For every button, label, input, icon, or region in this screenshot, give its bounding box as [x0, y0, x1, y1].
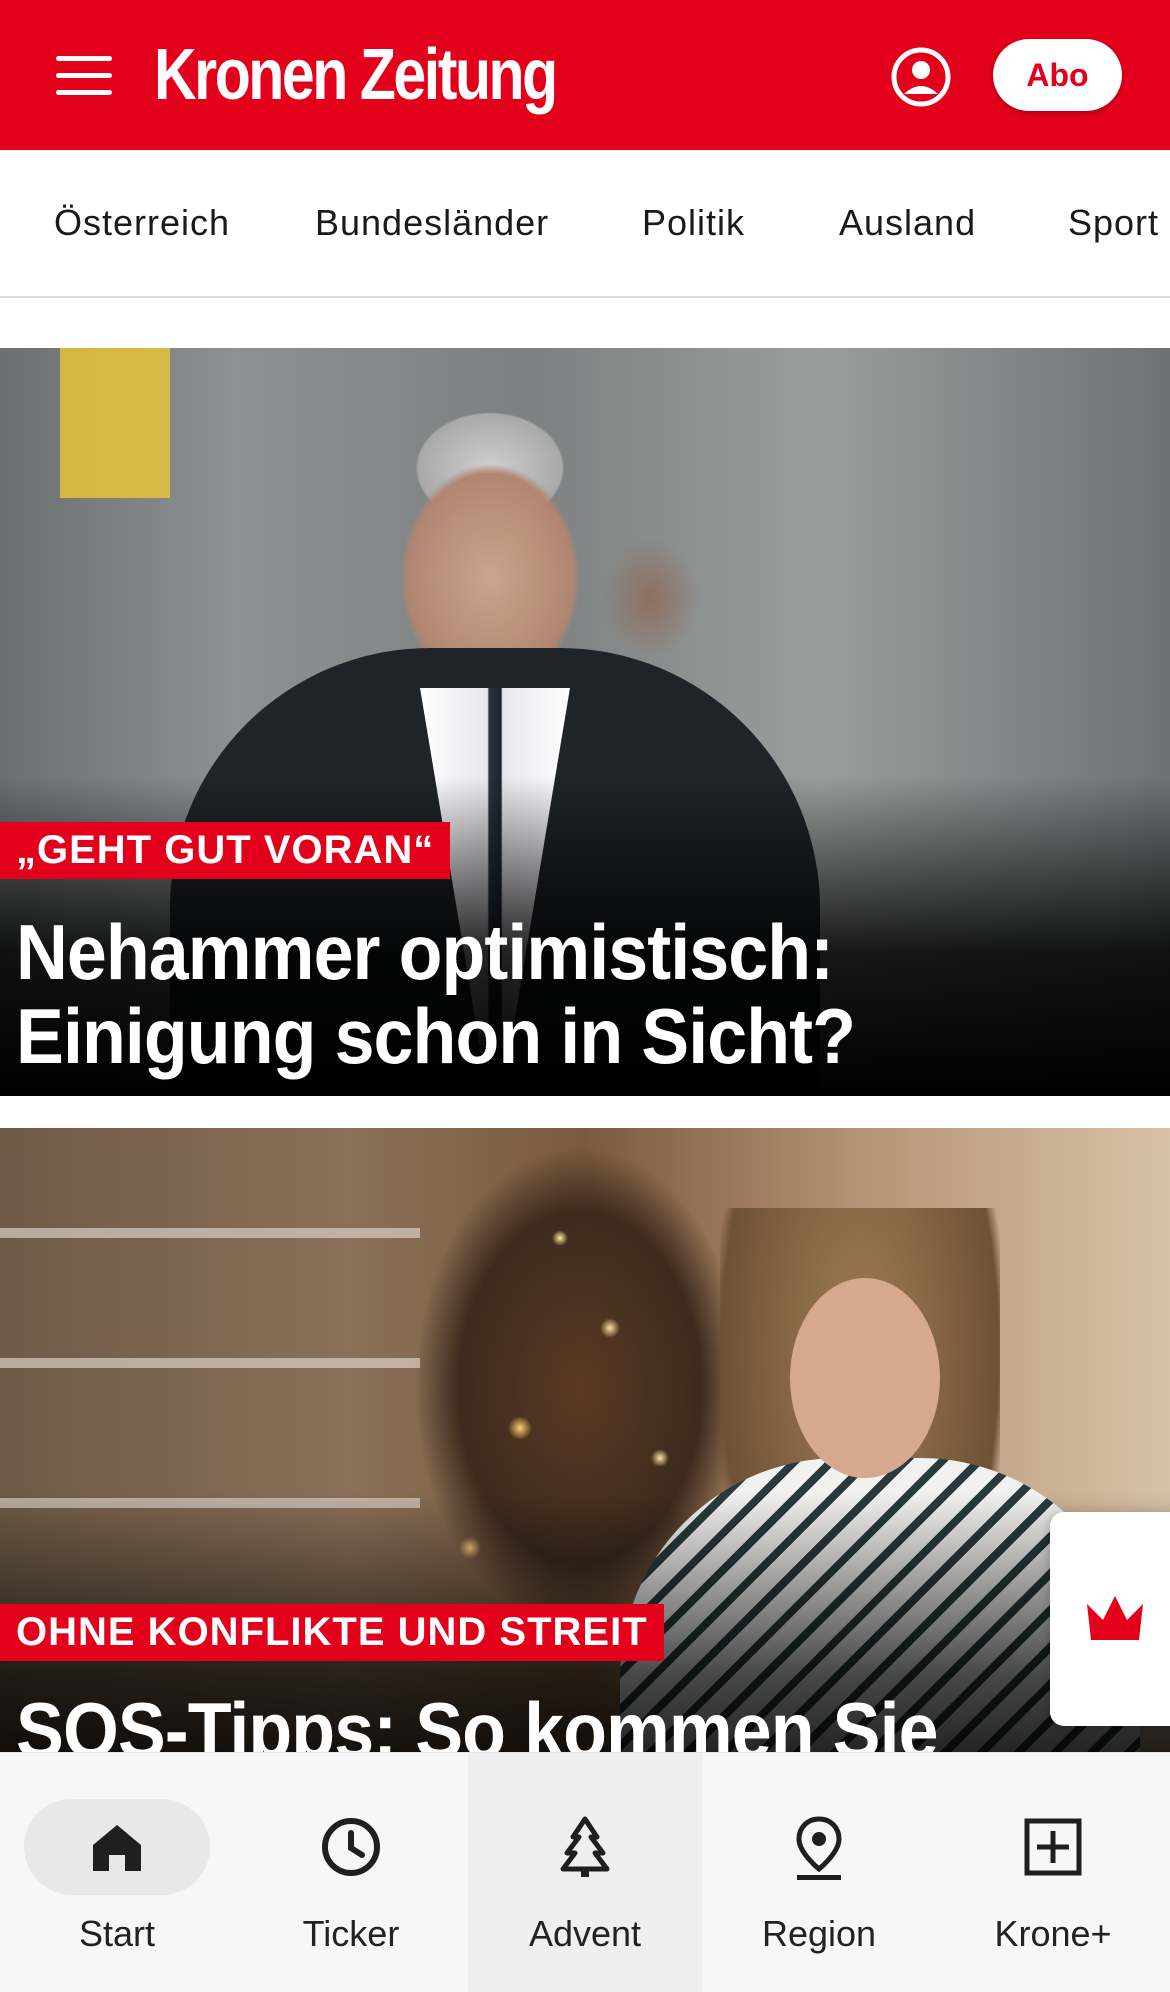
- headline-line: Nehammer optimistisch:: [16, 908, 834, 996]
- tree-icon: [560, 1816, 610, 1877]
- category-sport[interactable]: Sport: [1068, 202, 1159, 244]
- headline-line: Einigung schon in Sicht?: [16, 992, 856, 1080]
- category-oesterreich[interactable]: Österreich: [54, 202, 230, 244]
- category-ausland[interactable]: Ausland: [839, 202, 976, 244]
- nav-ticker[interactable]: Ticker: [234, 1753, 468, 1992]
- krone-plus-floating-button[interactable]: [1050, 1512, 1170, 1726]
- abo-button[interactable]: Abo: [993, 39, 1122, 111]
- logo[interactable]: Kronen Zeitung: [154, 34, 558, 116]
- category-nav: Österreich Bundesländer Politik Ausland …: [0, 150, 1170, 298]
- crown-icon: [1087, 1596, 1143, 1640]
- article-kicker: „GEHT GUT VORAN“: [0, 822, 451, 879]
- home-icon: [93, 1825, 141, 1871]
- nav-start[interactable]: Start: [0, 1753, 234, 1992]
- article-headline[interactable]: SOS-Tipps: So kommen Sie: [16, 1686, 939, 1752]
- nav-region[interactable]: Region: [702, 1753, 936, 1992]
- category-bundeslaender[interactable]: Bundesländer: [315, 202, 549, 244]
- nav-label: Region: [761, 1913, 877, 1954]
- bottom-nav: Start Ticker Advent Region Krone+: [0, 1752, 1170, 1992]
- nav-advent[interactable]: Advent: [468, 1753, 702, 1992]
- article-kicker: OHNE KONFLIKTE UND STREIT: [0, 1604, 664, 1661]
- menu-icon[interactable]: [56, 56, 112, 96]
- account-icon[interactable]: [890, 46, 952, 108]
- nav-krone-plus[interactable]: Krone+: [936, 1753, 1170, 1992]
- location-pin-icon: [796, 1816, 842, 1880]
- category-politik[interactable]: Politik: [642, 202, 745, 244]
- article-card[interactable]: OHNE KONFLIKTE UND STREIT SOS-Tipps: So …: [0, 1128, 1170, 1752]
- article-card[interactable]: „GEHT GUT VORAN“ Nehammer optimistisch: …: [0, 348, 1170, 1096]
- nav-label: Advent: [528, 1913, 642, 1954]
- headline-line: SOS-Tipps: So kommen Sie: [16, 1686, 939, 1752]
- nav-label: Krone+: [994, 1913, 1112, 1954]
- article-headline[interactable]: Nehammer optimistisch: Einigung schon in…: [16, 908, 856, 1080]
- plus-box-icon: [1024, 1818, 1082, 1876]
- nav-label: Ticker: [302, 1913, 400, 1954]
- clock-icon: [322, 1818, 380, 1876]
- app-header: Kronen Zeitung Abo: [0, 0, 1170, 150]
- nav-label: Start: [78, 1913, 156, 1954]
